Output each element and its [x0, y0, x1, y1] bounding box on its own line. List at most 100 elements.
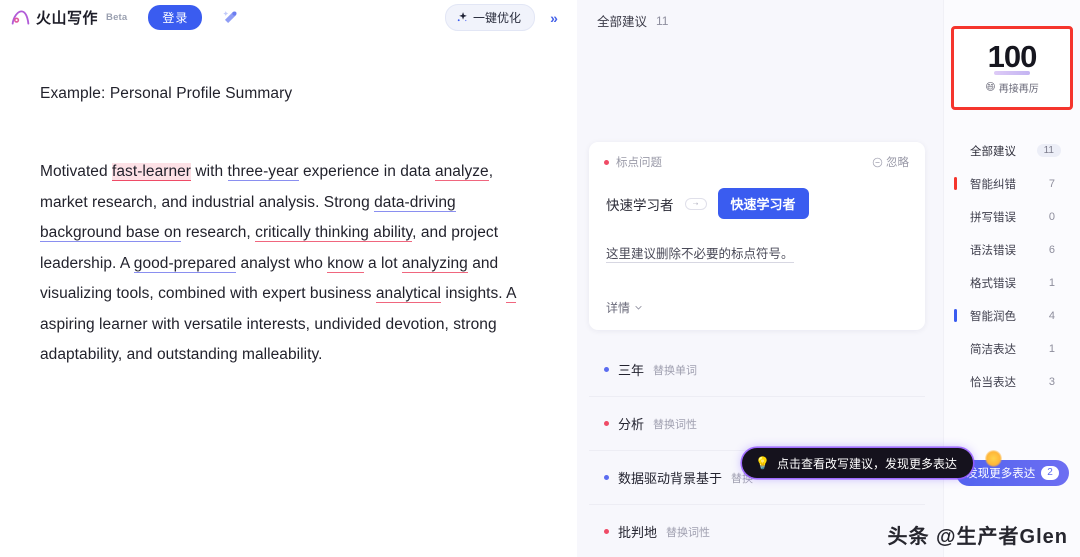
suggestion-word: 分析 — [618, 417, 645, 432]
document-paragraph[interactable]: Motivated fast-learner with three-year e… — [40, 157, 520, 371]
category-count: 1 — [1048, 342, 1055, 355]
suggestion-row[interactable]: 三年 替换单词 — [589, 343, 925, 397]
suggestion-word: 批判地 — [618, 525, 658, 540]
smile-emoji-icon: 😄 — [985, 82, 996, 93]
active-suggestion-card[interactable]: 标点问题 忽略 快速学习者 ➝ 快速学习者 这里建议删除不必要的标点符号。 详情 — [589, 142, 925, 330]
magic-wand-icon[interactable] — [218, 6, 242, 30]
suggestion-kind: 替换词性 — [666, 526, 711, 539]
tooltip-text: 点击查看改写建议，发现更多表达 — [776, 456, 957, 471]
suggestion-row[interactable]: 批判地 替换词性 — [589, 505, 925, 557]
category-count: 1 — [1048, 276, 1055, 289]
category-item[interactable]: 智能润色 4 — [944, 299, 1080, 332]
severity-dot-icon — [604, 367, 609, 372]
watermark: 头条 @生产者Glen — [887, 526, 1068, 548]
card-header: 标点问题 忽略 — [589, 142, 925, 170]
ignore-button[interactable]: 忽略 — [872, 154, 909, 170]
top-toolbar: 火山写作 Beta 登录 一键优化 » — [0, 0, 577, 35]
severity-dot-icon — [604, 159, 609, 165]
category-item[interactable]: 格式错误 1 — [944, 266, 1080, 299]
flagged-text[interactable]: fast-learner — [112, 163, 192, 182]
flagged-text[interactable]: analytical — [375, 285, 441, 304]
category-accent-bar — [954, 309, 957, 322]
category-label: 智能润色 — [970, 310, 1016, 323]
category-item[interactable]: 全部建议 11 — [944, 134, 1080, 167]
chevron-down-icon — [635, 305, 642, 310]
text-run: analyst who — [236, 254, 328, 272]
text-run: a lot — [363, 254, 402, 272]
category-label: 全部建议 — [970, 145, 1016, 158]
text-run: insights. — [441, 285, 507, 303]
text-run: aspiring learner with versatile interest… — [40, 315, 497, 364]
details-label: 详情 — [606, 301, 631, 315]
flagged-text[interactable]: know — [327, 254, 364, 273]
severity-dot-icon — [604, 529, 609, 534]
arrow-right-icon: ➝ — [684, 197, 707, 210]
score-card: 100 😄 再接再厉 — [951, 26, 1073, 110]
category-list: 全部建议 11 智能纠错 7 拼写错误 0 语法错误 6 格式错误 1 智能润色 4 简洁表达 1 恰当表达… — [944, 134, 1080, 398]
discover-label: 发现更多表达 — [966, 468, 1036, 480]
text-run: Motivated — [40, 163, 113, 181]
discover-badge: 2 — [1041, 466, 1059, 480]
category-label: 恰当表达 — [970, 376, 1016, 389]
volcano-logo-icon — [11, 10, 30, 25]
category-count: 6 — [1048, 243, 1055, 256]
category-item[interactable]: 简洁表达 1 — [944, 332, 1080, 365]
suggestion-row[interactable]: 分析 替换词性 — [589, 397, 925, 451]
category-label: 智能纠错 — [970, 178, 1016, 191]
category-label: 拼写错误 — [970, 211, 1016, 224]
card-replacement-row: 快速学习者 ➝ 快速学习者 — [589, 170, 925, 219]
category-item[interactable]: 语法错误 6 — [944, 233, 1080, 266]
score-subtitle-text: 再接再厉 — [998, 84, 1039, 95]
magic-wand-glyph — [223, 11, 237, 24]
flagged-text[interactable]: analyze — [434, 163, 489, 182]
category-count: 7 — [1048, 177, 1055, 190]
circle-minus-icon — [872, 157, 883, 167]
document-area[interactable]: Example: Personal Profile Summary Motiva… — [0, 35, 577, 371]
card-details-toggle[interactable]: 详情 — [606, 299, 643, 316]
flagged-text[interactable]: three-year — [227, 163, 299, 182]
apply-replacement-button[interactable]: 快速学习者 — [717, 188, 809, 219]
category-label: 简洁表达 — [970, 343, 1016, 356]
card-type: 标点问题 — [604, 154, 662, 170]
category-item[interactable]: 拼写错误 0 — [944, 200, 1080, 233]
suggestion-kind: 替换单词 — [653, 364, 698, 377]
severity-dot-icon — [604, 475, 609, 480]
suggestion-word: 数据驱动背景基于 — [618, 471, 723, 486]
score-value: 100 — [987, 39, 1037, 75]
score-subtitle: 😄 再接再厉 — [985, 80, 1038, 95]
category-label: 语法错误 — [970, 244, 1016, 257]
optimize-label: 一键优化 — [472, 11, 521, 25]
expand-panel-button[interactable]: » — [541, 6, 567, 30]
suggestions-header: 全部建议 11 — [577, 0, 943, 30]
text-run: research, — [181, 224, 256, 242]
category-label: 格式错误 — [970, 277, 1016, 290]
app-logo[interactable]: 火山写作 Beta — [10, 7, 127, 28]
one-click-optimize-button[interactable]: 一键优化 — [444, 4, 535, 31]
suggestion-kind: 替换词性 — [653, 418, 698, 431]
category-count: 3 — [1048, 375, 1055, 388]
cursor-highlight — [985, 450, 1002, 467]
toolbar-right-group: 一键优化 » — [444, 0, 567, 35]
app-root: 火山写作 Beta 登录 一键优化 » Example: Personal Pr… — [0, 0, 1080, 557]
flagged-text[interactable]: analyzing — [401, 254, 468, 273]
card-description-text: 这里建议删除不必要的标点符号。 — [606, 247, 794, 263]
severity-dot-icon — [604, 421, 609, 426]
document-title: Example: Personal Profile Summary — [40, 85, 293, 102]
login-button[interactable]: 登录 — [148, 5, 203, 30]
hint-tooltip: 💡 点击查看改写建议，发现更多表达 — [742, 448, 973, 478]
category-count: 11 — [1036, 144, 1061, 157]
logo-text: 火山写作 — [36, 10, 99, 27]
ignore-label: 忽略 — [886, 157, 909, 169]
suggestions-header-label: 全部建议 — [597, 15, 648, 29]
category-item[interactable]: 智能纠错 7 — [944, 167, 1080, 200]
flagged-text[interactable]: A — [506, 285, 516, 304]
flagged-text[interactable]: critically thinking ability — [255, 224, 413, 243]
card-description: 这里建议删除不必要的标点符号。 — [589, 219, 925, 263]
flagged-text[interactable]: good-prepared — [133, 254, 237, 273]
category-count: 0 — [1048, 210, 1055, 223]
lightbulb-icon: 💡 — [755, 456, 770, 470]
category-count: 4 — [1048, 309, 1055, 322]
category-item[interactable]: 恰当表达 3 — [944, 365, 1080, 398]
text-run: experience in data — [298, 163, 435, 181]
category-accent-bar — [954, 177, 957, 190]
